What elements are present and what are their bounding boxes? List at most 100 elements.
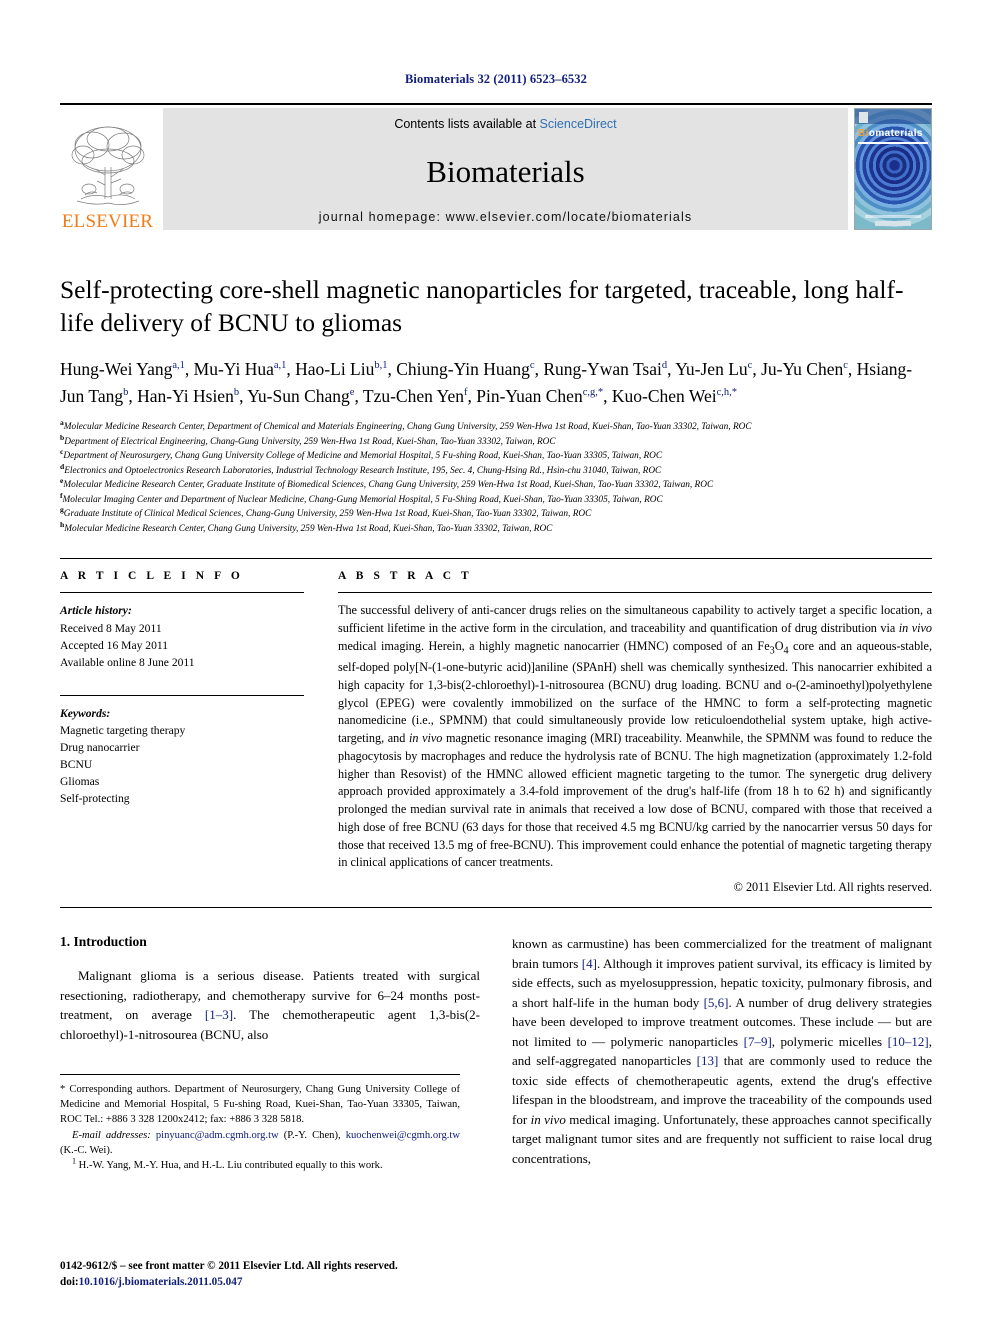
author-affiliation-marker: e (349, 387, 355, 399)
affiliation-marker: f (60, 490, 63, 500)
affiliation-item: aMolecular Medicine Research Center, Dep… (60, 418, 752, 433)
affiliation-item: eMolecular Medicine Research Center, Gra… (60, 476, 714, 491)
contents-prefix: Contents lists available at (394, 117, 540, 131)
history-item: Available online 8 June 2011 (60, 655, 195, 669)
affiliation-item: dElectronics and Optoelectronics Researc… (60, 461, 662, 476)
intro-paragraph-right: known as carmustine) has been commercial… (512, 936, 933, 1166)
right-column: known as carmustine) has been commercial… (512, 934, 932, 1173)
citation-link[interactable]: [1–3] (205, 1007, 233, 1022)
cover-title: Biomaterials (858, 128, 923, 139)
author-name: Rung-Ywan Tsai (543, 359, 662, 380)
divider (60, 694, 304, 696)
sciencedirect-link[interactable]: ScienceDirect (540, 117, 617, 131)
email-addresses-label: E-mail addresses: (72, 1129, 156, 1141)
affiliation-list: aMolecular Medicine Research Center, Dep… (60, 418, 932, 536)
corresponding-author-note: * Corresponding authors. Department of N… (60, 1084, 460, 1126)
issn-line: 0142-9612/$ – see front matter © 2011 El… (60, 1259, 398, 1272)
author-affiliation-marker: f (464, 387, 468, 399)
affiliation-marker: a (60, 418, 64, 428)
article-title: Self-protecting core-shell magnetic nano… (60, 275, 904, 338)
affiliation-marker: c (60, 447, 64, 457)
body-columns: 1. Introduction Malignant glioma is a se… (60, 934, 932, 1173)
author-name: Mu-Yi Hua (193, 359, 274, 380)
divider (338, 592, 932, 594)
cover-footer-block (875, 221, 911, 226)
abstract-heading: A B S T R A C T (338, 570, 473, 583)
keyword-item: Magnetic targeting therapy (60, 723, 186, 737)
abstract-column: A B S T R A C T The successful delivery … (338, 570, 932, 895)
author-name: Kuo-Chen Wei (611, 385, 717, 406)
article-info-heading: A R T I C L E I N F O (60, 570, 244, 583)
keywords-label: Keywords: (60, 706, 111, 720)
article-history-block: Article history: Received 8 May 2011 Acc… (60, 602, 304, 670)
email-link[interactable]: kuochenwei@cgmh.org.tw (346, 1130, 460, 1141)
affiliation-item: cDepartment of Neurosurgery, Chang Gung … (60, 447, 663, 462)
keyword-item: Gliomas (60, 774, 100, 788)
page-footer: 0142-9612/$ – see front matter © 2011 El… (60, 1258, 398, 1290)
info-abstract-band: A R T I C L E I N F O Article history: R… (60, 558, 932, 895)
email-link[interactable]: pinyuanc@adm.cgmh.org.tw (156, 1130, 279, 1141)
citation-link[interactable]: [10–12] (888, 1034, 929, 1049)
author-affiliation-marker: c,g,* (582, 387, 604, 399)
citation-link[interactable]: [5,6] (704, 995, 729, 1010)
cover-publisher-mark (859, 112, 868, 123)
history-item: Received 8 May 2011 (60, 621, 162, 635)
affiliation-item: hMolecular Medicine Research Center, Cha… (60, 519, 553, 534)
contents-available-line: Contents lists available at ScienceDirec… (394, 117, 616, 131)
elsevier-logo: ELSEVIER (60, 105, 155, 233)
italic-term: in vivo (530, 1111, 566, 1127)
affiliation-marker: g (60, 505, 64, 515)
paper-page: Biomaterials 32 (2011) 6523–6532 ELSEVIE… (0, 0, 992, 1323)
author-affiliation-marker: c (843, 360, 848, 372)
abstract-copyright: © 2011 Elsevier Ltd. All rights reserved… (733, 880, 932, 895)
journal-homepage-link[interactable]: journal homepage: www.elsevier.com/locat… (319, 210, 692, 224)
elsevier-tree-icon (71, 126, 144, 205)
running-head: Biomaterials 32 (2011) 6523–6532 (404, 72, 587, 86)
citation-link[interactable]: [13] (697, 1053, 719, 1068)
author-affiliation-marker: c (747, 360, 753, 372)
article-history-label: Article history: (60, 604, 132, 618)
chemical-subscript: 3 (769, 645, 775, 657)
cover-title-rest: omaterials (868, 128, 923, 139)
doi-link[interactable]: 10.1016/j.biomaterials.2011.05.047 (79, 1276, 243, 1288)
affiliation-item: bDepartment of Electrical Engineering, C… (60, 432, 556, 447)
cover-title-accent: Bi (858, 128, 869, 139)
author-affiliation-marker: b (123, 387, 129, 399)
keywords-block: Keywords: Magnetic targeting therapy Dru… (60, 705, 304, 807)
author-name: Hung-Wei Yang (60, 359, 173, 380)
citation-link[interactable]: [4] (582, 956, 597, 971)
abstract-text: The successful delivery of anti-cancer d… (338, 603, 933, 870)
affiliation-item: fMolecular Imaging Center and Department… (60, 490, 663, 505)
elsevier-wordmark: ELSEVIER (61, 211, 154, 232)
affiliation-marker: d (60, 461, 65, 471)
divider (60, 592, 304, 594)
divider (60, 907, 932, 909)
author-affiliation-marker: c,h,* (716, 387, 738, 399)
cover-rule (858, 142, 928, 144)
cover-ring-pattern (855, 109, 931, 229)
doi-line: doi:10.1016/j.biomaterials.2011.05.047 (60, 1274, 398, 1290)
author-name: Tzu-Chen Yen (362, 385, 464, 406)
author-name: Yu-Jen Lu (675, 359, 748, 380)
keyword-item: Drug nanocarrier (60, 740, 140, 754)
affiliation-marker: h (60, 519, 65, 529)
italic-term: in vivo (898, 621, 933, 636)
author-name: Chiung-Yin Huang (396, 359, 530, 380)
affiliation-marker: b (60, 432, 65, 442)
article-info-column: A R T I C L E I N F O Article history: R… (60, 570, 304, 895)
journal-title: Biomaterials (426, 154, 585, 189)
email-note: E-mail addresses: pinyuanc@adm.cgmh.org.… (60, 1129, 460, 1156)
doi-label: doi: (60, 1275, 79, 1288)
author-name: Yu-Sun Chang (247, 385, 350, 406)
citation-link[interactable]: [7–9] (744, 1034, 772, 1049)
chemical-subscript: 4 (783, 645, 789, 657)
author-name: Hao-Li Liu (295, 359, 375, 380)
history-item: Accepted 16 May 2011 (60, 638, 169, 652)
affiliation-marker: e (60, 476, 64, 486)
intro-paragraph-left: Malignant glioma is a serious disease. P… (60, 968, 480, 1042)
journal-masthead: ELSEVIER Contents lists available at Sci… (60, 103, 932, 233)
author-affiliation-marker: b,1 (374, 360, 388, 372)
author-name: Pin-Yuan Chen (476, 385, 583, 406)
author-list: Hung-Wei Yanga,1, Mu-Yi Huaa,1, Hao-Li L… (60, 359, 913, 406)
author-affiliation-marker: b (233, 387, 240, 399)
